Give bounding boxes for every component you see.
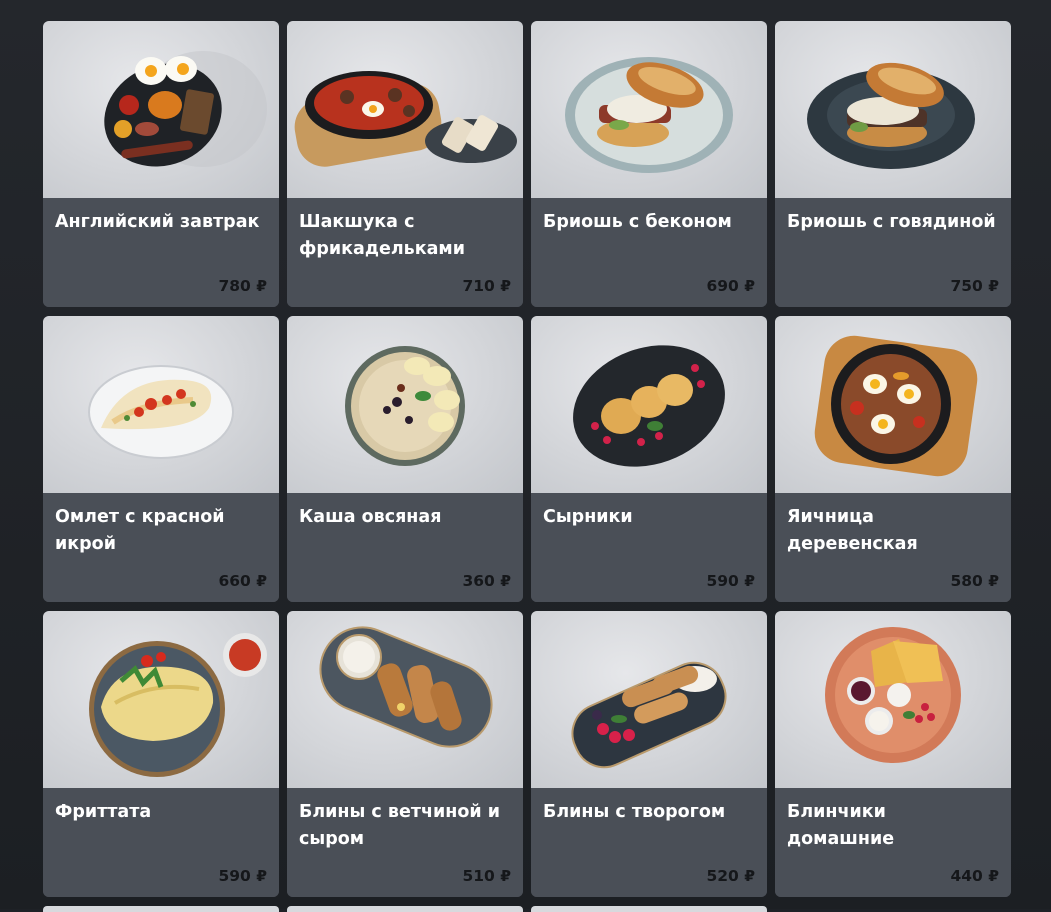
dish-illustration: [319, 626, 493, 748]
dish-name: Сырники: [543, 507, 633, 527]
dish-price: 360 ₽: [462, 572, 511, 590]
menu-card-brioche-bacon[interactable]: Бриошь с беконом 690 ₽: [531, 21, 767, 307]
dish-price: 510 ₽: [462, 867, 511, 885]
dish-price: 590 ₽: [706, 572, 755, 590]
card-info: Бриошь с беконом 690 ₽: [531, 198, 767, 307]
dish-illustration: [89, 633, 267, 777]
dish-price: 440 ₽: [950, 867, 999, 885]
dish-name: Блины с ветчиной и сыром: [299, 802, 500, 849]
menu-card-pancakes-ham[interactable]: Блины с ветчиной и сыром 510 ₽: [287, 611, 523, 897]
dish-price: 780 ₽: [218, 277, 267, 295]
menu-card-village-eggs[interactable]: Яичница деревенская 580 ₽: [775, 316, 1011, 602]
dish-photo: [775, 316, 1011, 493]
dish-name: Шакшука с фрикадельками: [299, 212, 465, 259]
dish-photo: [287, 21, 523, 198]
dish-name: Фриттата: [55, 802, 152, 822]
dish-illustration: [571, 661, 727, 769]
dish-photo: [531, 611, 767, 788]
dish-price: 710 ₽: [462, 277, 511, 295]
next-row-card-edge: [43, 906, 279, 912]
card-info: Сырники 590 ₽: [531, 493, 767, 602]
next-row-card-edge: [287, 906, 523, 912]
dish-photo: [43, 21, 279, 198]
dish-name: Яичница деревенская: [787, 507, 918, 554]
menu-grid: Английский завтрак 780 ₽ Шакшука с фрика…: [43, 21, 1011, 897]
dish-illustration: [345, 346, 465, 466]
menu-card-shakshuka[interactable]: Шакшука с фрикадельками 710 ₽: [287, 21, 523, 307]
card-info: Фриттата 590 ₽: [43, 788, 279, 897]
card-info: Омлет с красной икрой 660 ₽: [43, 493, 279, 602]
dish-illustration: [814, 335, 978, 477]
dish-price: 660 ₽: [218, 572, 267, 590]
dish-name: Бриошь с говядиной: [787, 212, 996, 232]
card-info: Бриошь с говядиной 750 ₽: [775, 198, 1011, 307]
dish-name: Блины с творогом: [543, 802, 726, 822]
dish-illustration: [825, 627, 961, 763]
menu-card-english-breakfast[interactable]: Английский завтрак 780 ₽: [43, 21, 279, 307]
menu-card-homemade-pancakes[interactable]: Блинчики домашние 440 ₽: [775, 611, 1011, 897]
dish-price: 690 ₽: [706, 277, 755, 295]
dish-price: 590 ₽: [218, 867, 267, 885]
card-info: Английский завтрак 780 ₽: [43, 198, 279, 307]
menu-card-frittata[interactable]: Фриттата 590 ₽: [43, 611, 279, 897]
card-info: Блинчики домашние 440 ₽: [775, 788, 1011, 897]
menu-card-brioche-beef[interactable]: Бриошь с говядиной 750 ₽: [775, 21, 1011, 307]
dish-photo: [287, 611, 523, 788]
dish-photo: [43, 611, 279, 788]
dish-price: 750 ₽: [950, 277, 999, 295]
dish-name: Бриошь с беконом: [543, 212, 732, 232]
dish-photo: [775, 611, 1011, 788]
menu-card-oatmeal[interactable]: Каша овсяная 360 ₽: [287, 316, 523, 602]
dish-photo: [287, 316, 523, 493]
dish-illustration: [104, 51, 267, 167]
dish-name: Английский завтрак: [55, 212, 260, 232]
card-info: Каша овсяная 360 ₽: [287, 493, 523, 602]
menu-card-pancakes-cottage[interactable]: Блины с творогом 520 ₽: [531, 611, 767, 897]
dish-price: 520 ₽: [706, 867, 755, 885]
dish-photo: [43, 316, 279, 493]
dish-price: 580 ₽: [950, 572, 999, 590]
dish-name: Каша овсяная: [299, 507, 442, 527]
next-row-card-edge: [531, 906, 767, 912]
dish-name: Омлет с красной икрой: [55, 507, 225, 554]
dish-illustration: [807, 62, 975, 169]
menu-page: Английский завтрак 780 ₽ Шакшука с фрика…: [0, 0, 1051, 912]
dish-illustration: [294, 71, 517, 167]
card-info: Яичница деревенская 580 ₽: [775, 493, 1011, 602]
dish-illustration: [565, 57, 733, 173]
dish-photo: [775, 21, 1011, 198]
dish-photo: [531, 316, 767, 493]
card-info: Шакшука с фрикадельками 710 ₽: [287, 198, 523, 307]
menu-card-omelette-caviar[interactable]: Омлет с красной икрой 660 ₽: [43, 316, 279, 602]
dish-illustration: [573, 345, 725, 467]
menu-card-syrniki[interactable]: Сырники 590 ₽: [531, 316, 767, 602]
dish-name: Блинчики домашние: [787, 802, 895, 849]
card-info: Блины с творогом 520 ₽: [531, 788, 767, 897]
card-info: Блины с ветчиной и сыром 510 ₽: [287, 788, 523, 897]
dish-photo: [531, 21, 767, 198]
dish-illustration: [88, 365, 234, 459]
